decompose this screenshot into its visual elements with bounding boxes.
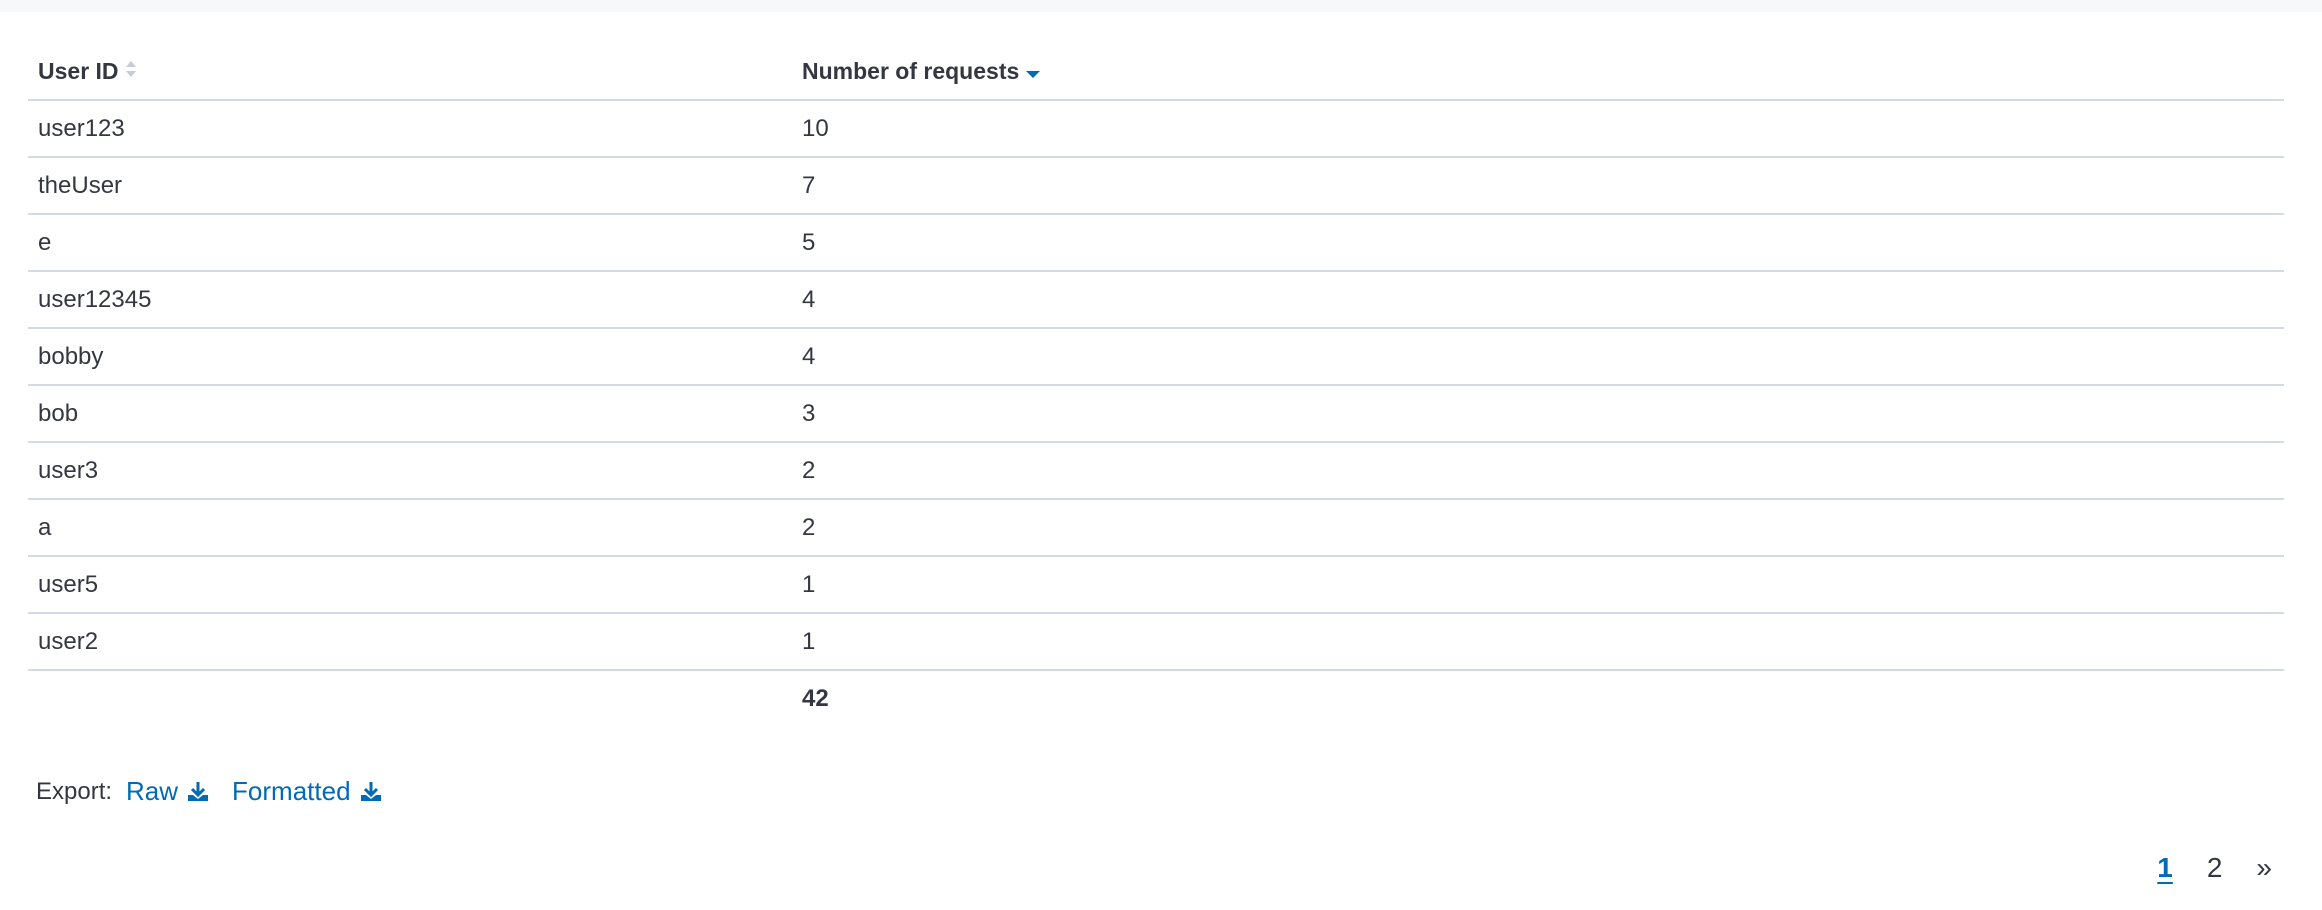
cell-number-of-requests: 7 bbox=[792, 157, 2284, 215]
table-row: bob 3 bbox=[28, 385, 2284, 443]
cell-number-of-requests: 1 bbox=[792, 556, 2284, 614]
footer-empty-cell bbox=[28, 670, 792, 727]
export-raw-label: Raw bbox=[126, 776, 179, 806]
cell-number-of-requests: 4 bbox=[792, 271, 2284, 329]
column-header-user-id[interactable]: User ID bbox=[28, 44, 792, 101]
table-row: user5 1 bbox=[28, 556, 2284, 614]
cell-user-id: theUser bbox=[28, 157, 792, 215]
cell-number-of-requests: 1 bbox=[792, 613, 2284, 671]
top-strip bbox=[0, 0, 2322, 12]
column-header-label: Number of requests bbox=[802, 58, 1020, 84]
table-footer-row: 42 bbox=[28, 670, 2284, 727]
cell-number-of-requests: 4 bbox=[792, 328, 2284, 386]
cell-number-of-requests: 2 bbox=[792, 499, 2284, 557]
cell-number-of-requests: 10 bbox=[792, 100, 2284, 158]
export-label: Export: bbox=[36, 777, 113, 805]
sort-descending-icon bbox=[1025, 58, 1041, 85]
cell-user-id: e bbox=[28, 214, 792, 272]
download-icon bbox=[188, 781, 209, 801]
export-formatted-button[interactable]: Formatted bbox=[232, 776, 383, 807]
sort-unsorted-icon bbox=[125, 58, 137, 85]
export-bar: Export: Raw Formatted bbox=[36, 776, 405, 807]
data-table: User ID Number of requests user123 10 th… bbox=[28, 44, 2284, 727]
download-icon bbox=[360, 781, 381, 801]
table-row: a2 bbox=[28, 499, 2284, 557]
sort-button-user-id[interactable]: User ID bbox=[38, 58, 137, 85]
cell-user-id: bob bbox=[28, 385, 792, 443]
cell-user-id: user5 bbox=[28, 556, 792, 614]
table-row: user123 10 bbox=[28, 100, 2284, 158]
page-button-2[interactable]: 2 bbox=[2207, 852, 2223, 884]
cell-user-id: user3 bbox=[28, 442, 792, 500]
cell-user-id: user123 bbox=[28, 100, 792, 158]
table-body: user123 10 theUser 7 e 5 user12345 4 bobby 4 bob 3 u… bbox=[28, 100, 2284, 671]
cell-number-of-requests: 2 bbox=[792, 442, 2284, 500]
export-raw-button[interactable]: Raw bbox=[126, 776, 210, 807]
data-table-container: User ID Number of requests user123 10 th… bbox=[28, 44, 2284, 727]
pagination: 1 2 » bbox=[2123, 852, 2272, 884]
table-row: e5 bbox=[28, 214, 2284, 272]
table-row: user2 1 bbox=[28, 613, 2284, 671]
cell-user-id: a bbox=[28, 499, 792, 557]
cell-user-id: bobby bbox=[28, 328, 792, 386]
sort-button-number-of-requests[interactable]: Number of requests bbox=[802, 58, 1041, 85]
table-row: theUser 7 bbox=[28, 157, 2284, 215]
cell-number-of-requests: 5 bbox=[792, 214, 2284, 272]
table-row: bobby 4 bbox=[28, 328, 2284, 386]
total-requests: 42 bbox=[802, 685, 829, 712]
page-button-1[interactable]: 1 bbox=[2157, 852, 2173, 884]
cell-number-of-requests: 3 bbox=[792, 385, 2284, 443]
table-row: user12345 4 bbox=[28, 271, 2284, 329]
table-header-row: User ID Number of requests bbox=[28, 44, 2284, 101]
column-header-number-of-requests[interactable]: Number of requests bbox=[792, 44, 2284, 101]
cell-user-id: user12345 bbox=[28, 271, 792, 329]
next-page-button[interactable]: » bbox=[2256, 852, 2272, 884]
table-row: user3 2 bbox=[28, 442, 2284, 500]
cell-user-id: user2 bbox=[28, 613, 792, 671]
export-formatted-label: Formatted bbox=[232, 776, 351, 806]
column-header-label: User ID bbox=[38, 58, 119, 84]
